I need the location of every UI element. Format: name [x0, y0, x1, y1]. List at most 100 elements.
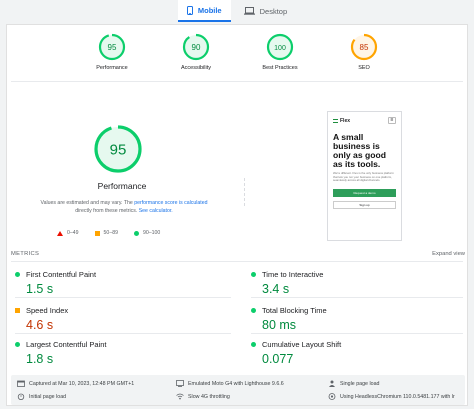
tab-mobile-label: Mobile	[197, 5, 222, 15]
run-info-footer: Captured at Mar 10, 2023, 12:48 PM GMT+1…	[11, 375, 465, 405]
metric-name: Cumulative Layout Shift	[262, 340, 342, 349]
laptop-icon	[243, 7, 255, 15]
legend-average: 50–89	[94, 230, 118, 236]
good-status-icon	[15, 272, 20, 277]
score-calc-link[interactable]: performance score is calculated	[134, 200, 207, 206]
calendar-icon	[17, 380, 25, 387]
vertical-separator	[244, 178, 245, 206]
good-status-icon	[251, 308, 256, 313]
summary-best-practices[interactable]: 100 Best Practices	[247, 33, 313, 71]
initial-load-text: Initial page load	[29, 393, 67, 400]
metric-value: 80 ms	[262, 318, 297, 332]
seo-label: SEO	[358, 65, 370, 71]
good-status-icon	[15, 342, 20, 347]
report-card: 95 Performance 90 Accessibility 100 Best…	[6, 24, 468, 406]
metric-divider	[251, 297, 463, 298]
device-tabs: Mobile Desktop	[0, 0, 474, 24]
metric-divider	[15, 333, 231, 334]
best-practices-label: Best Practices	[262, 65, 298, 71]
screenshot-signup-button: Sign up	[333, 200, 396, 209]
note-text-a: Values are estimated and may vary. The	[40, 200, 135, 206]
throttling-text: Slow 4G throttling	[188, 393, 230, 400]
accessibility-label: Accessibility	[181, 65, 211, 71]
divider	[11, 81, 463, 82]
metric-value: 0.077	[262, 352, 294, 366]
metrics-title: METRICS	[11, 251, 40, 257]
brand-name: Flex	[340, 117, 351, 124]
metrics-header: METRICS Expand view	[11, 251, 465, 257]
emulated-text: Emulated Moto G4 with Lighthouse 9.6.6	[188, 380, 284, 387]
metric-fcp: First Contentful Paint 1.5 s	[15, 270, 215, 296]
throttling-info: Slow 4G throttling	[176, 393, 230, 400]
metric-value: 3.4 s	[262, 282, 290, 296]
menu-icon: ≡	[388, 117, 396, 124]
captured-info: Captured at Mar 10, 2023, 12:48 PM GMT+1	[17, 380, 134, 387]
seo-score: 85	[360, 43, 369, 52]
browser-info: Using HeadlessChromium 110.0.5481.177 wi…	[328, 393, 455, 400]
logo-mark-icon	[333, 118, 338, 123]
summary-accessibility[interactable]: 90 Accessibility	[163, 33, 229, 71]
page-screenshot: Flex ≡ A small business is only as good …	[327, 111, 402, 241]
metric-tti: Time to Interactive 3.4 s	[251, 270, 451, 296]
square-icon	[94, 230, 100, 236]
screenshot-subtext: We're different. Flex is the only busine…	[333, 171, 394, 183]
score-legend: 0–49 50–89 90–100	[57, 230, 197, 236]
single-load-text: Single page load	[340, 380, 380, 387]
initial-load-info: Initial page load	[17, 393, 66, 400]
metric-cls: Cumulative Layout Shift 0.077	[251, 340, 451, 366]
metric-name: Total Blocking Time	[262, 306, 327, 315]
calculator-link[interactable]: See calculator.	[139, 208, 173, 214]
average-status-icon	[15, 308, 20, 313]
timer-icon	[17, 393, 25, 400]
metric-divider	[15, 297, 231, 298]
metric-value: 1.5 s	[26, 282, 54, 296]
performance-gauge: 95	[98, 33, 126, 61]
phone-icon	[186, 5, 193, 15]
performance-title: Performance	[97, 181, 147, 191]
emulated-info: Emulated Moto G4 with Lighthouse 9.6.6	[176, 380, 284, 387]
metric-value: 4.6 s	[26, 318, 54, 332]
browser-text: Using HeadlessChromium 110.0.5481.177 wi…	[340, 393, 455, 400]
flex-logo: Flex	[333, 118, 350, 124]
metric-value: 1.8 s	[26, 352, 54, 366]
single-load-info: Single page load	[328, 380, 379, 387]
performance-section: 95 Performance Values are estimated and …	[7, 118, 237, 268]
metric-name: Time to Interactive	[262, 270, 324, 279]
metric-tbt: Total Blocking Time 80 ms	[251, 306, 451, 332]
score-summary: 95 Performance 90 Accessibility 100 Best…	[7, 33, 469, 71]
tab-desktop[interactable]: Desktop	[235, 0, 297, 22]
performance-big-score: 95	[110, 142, 127, 159]
tab-mobile[interactable]: Mobile	[177, 0, 231, 22]
chrome-icon	[328, 393, 336, 400]
person-icon	[329, 380, 335, 387]
performance-big-gauge: 95	[94, 125, 142, 173]
circle-icon	[133, 230, 139, 236]
screenshot-headline: A small business is only as good as its …	[333, 132, 386, 169]
metric-divider	[251, 333, 463, 334]
performance-score: 95	[108, 43, 117, 52]
good-status-icon	[251, 272, 256, 277]
wifi-icon	[176, 393, 184, 400]
accessibility-score: 90	[192, 43, 201, 52]
triangle-icon	[57, 230, 63, 236]
legend-good: 90–100	[133, 230, 161, 236]
metric-name: Largest Contentful Paint	[26, 340, 107, 349]
summary-seo[interactable]: 85 SEO	[331, 33, 397, 71]
legend-poor-label: 0–49	[67, 230, 79, 236]
legend-poor: 0–49	[57, 230, 79, 236]
legend-average-label: 50–89	[103, 230, 118, 236]
metric-speed-index: Speed Index 4.6 s	[15, 306, 215, 332]
legend-good-label: 90–100	[142, 230, 161, 236]
screenshot-navbar: Flex ≡	[328, 112, 401, 127]
expand-view-button[interactable]: Expand view	[432, 251, 465, 257]
performance-label: Performance	[96, 65, 128, 71]
best-practices-score: 100	[274, 45, 286, 52]
summary-performance[interactable]: 95 Performance	[79, 33, 145, 71]
tab-desktop-label: Desktop	[259, 6, 288, 16]
metric-lcp: Largest Contentful Paint 1.8 s	[15, 340, 215, 366]
captured-text: Captured at Mar 10, 2023, 12:48 PM GMT+1	[29, 380, 135, 387]
note-text-b: directly from these metrics.	[75, 208, 139, 214]
good-status-icon	[251, 342, 256, 347]
seo-gauge: 85	[350, 33, 378, 61]
metric-name: Speed Index	[26, 306, 69, 315]
